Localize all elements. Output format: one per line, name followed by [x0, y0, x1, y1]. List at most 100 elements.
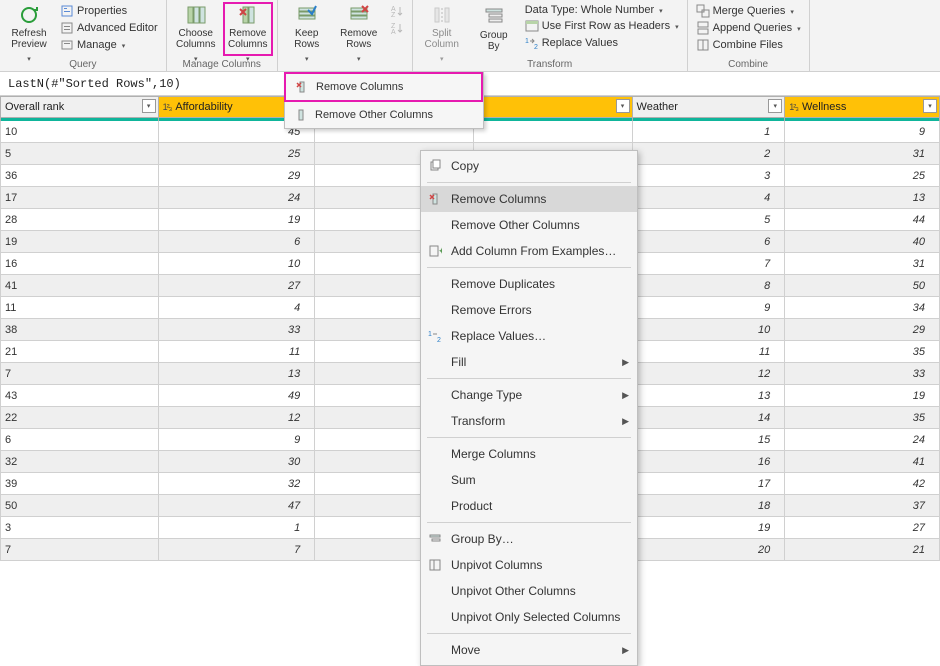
cell[interactable]: 32	[0, 451, 159, 473]
cell[interactable]: 5	[633, 209, 786, 231]
combine-files-button[interactable]: Combine Files	[694, 37, 803, 53]
cell[interactable]: 35	[785, 341, 940, 363]
cell[interactable]: 9	[785, 121, 940, 143]
ctx-remove-columns[interactable]: Remove Columns	[421, 186, 637, 212]
cell[interactable]: 32	[159, 473, 316, 495]
group-by-button[interactable]: GroupBy	[469, 2, 519, 56]
properties-button[interactable]: Properties	[58, 3, 160, 19]
append-queries-button[interactable]: Append Queries	[694, 20, 803, 36]
cell[interactable]: 40	[785, 231, 940, 253]
cell[interactable]: 27	[159, 275, 316, 297]
column-header[interactable]: 1²₃Wellness▾	[785, 96, 940, 118]
cell[interactable]: 1	[159, 517, 316, 539]
cell[interactable]: 20	[633, 539, 786, 561]
ctx-fill[interactable]: Fill▶	[421, 349, 637, 375]
cell[interactable]: 3	[0, 517, 159, 539]
cell[interactable]: 7	[159, 539, 316, 561]
cell[interactable]: 11	[0, 297, 159, 319]
cell[interactable]: 10	[0, 121, 159, 143]
cell[interactable]: 25	[159, 143, 316, 165]
ctx-transform[interactable]: Transform▶	[421, 408, 637, 434]
merge-queries-button[interactable]: Merge Queries	[694, 3, 803, 19]
cell[interactable]: 12	[633, 363, 786, 385]
cell[interactable]: 41	[0, 275, 159, 297]
cell[interactable]: 6	[159, 231, 316, 253]
cell[interactable]: 14	[633, 407, 786, 429]
ctx-unpivot-columns[interactable]: Unpivot Columns	[421, 552, 637, 578]
cell[interactable]: 4	[633, 187, 786, 209]
cell[interactable]: 13	[633, 385, 786, 407]
cell[interactable]: 22	[0, 407, 159, 429]
cell[interactable]	[474, 121, 633, 143]
cell[interactable]: 12	[159, 407, 316, 429]
cell[interactable]: 47	[159, 495, 316, 517]
cell[interactable]: 34	[785, 297, 940, 319]
cell[interactable]: 16	[0, 253, 159, 275]
first-row-headers-button[interactable]: Use First Row as Headers	[523, 18, 681, 34]
cell[interactable]: 39	[0, 473, 159, 495]
replace-values-button[interactable]: 12Replace Values	[523, 35, 681, 51]
cell[interactable]: 19	[0, 231, 159, 253]
cell[interactable]: 18	[633, 495, 786, 517]
cell[interactable]: 29	[159, 165, 316, 187]
cell[interactable]: 19	[785, 385, 940, 407]
cell[interactable]: 6	[633, 231, 786, 253]
cell[interactable]: 33	[159, 319, 316, 341]
cell[interactable]: 43	[0, 385, 159, 407]
refresh-preview-button[interactable]: RefreshPreview	[4, 2, 54, 56]
cell[interactable]: 25	[785, 165, 940, 187]
filter-dropdown-icon[interactable]: ▾	[142, 99, 156, 113]
cell[interactable]: 17	[0, 187, 159, 209]
ctx-remove-duplicates[interactable]: Remove Duplicates	[421, 271, 637, 297]
cell[interactable]: 37	[785, 495, 940, 517]
cell[interactable]: 1	[633, 121, 786, 143]
ctx-change-type[interactable]: Change Type▶	[421, 382, 637, 408]
cell[interactable]: 4	[159, 297, 316, 319]
cell[interactable]: 36	[0, 165, 159, 187]
cell[interactable]: 21	[0, 341, 159, 363]
cell[interactable]: 11	[159, 341, 316, 363]
choose-columns-button[interactable]: ChooseColumns	[171, 2, 221, 56]
split-column-button[interactable]: SplitColumn	[417, 2, 467, 56]
cell[interactable]: 29	[785, 319, 940, 341]
dropdown-item-remove-other-columns[interactable]: Remove Other Columns	[285, 102, 483, 128]
cell[interactable]: 10	[159, 253, 316, 275]
cell[interactable]: 6	[0, 429, 159, 451]
column-header[interactable]: ▾	[474, 96, 633, 118]
cell[interactable]: 24	[785, 429, 940, 451]
data-type-button[interactable]: Data Type: Whole Number	[523, 3, 681, 17]
cell[interactable]: 38	[0, 319, 159, 341]
advanced-editor-button[interactable]: Advanced Editor	[58, 20, 160, 36]
cell[interactable]: 41	[785, 451, 940, 473]
cell[interactable]: 42	[785, 473, 940, 495]
ctx-unpivot-other[interactable]: Unpivot Other Columns	[421, 578, 637, 604]
cell[interactable]: 11	[633, 341, 786, 363]
ctx-group-by[interactable]: Group By…	[421, 526, 637, 552]
cell[interactable]: 10	[633, 319, 786, 341]
ctx-move[interactable]: Move▶	[421, 637, 637, 663]
cell[interactable]: 35	[785, 407, 940, 429]
keep-rows-button[interactable]: KeepRows	[282, 2, 332, 56]
column-header[interactable]: Overall rank▾	[0, 96, 159, 118]
filter-dropdown-icon[interactable]: ▾	[923, 99, 937, 113]
cell[interactable]: 33	[785, 363, 940, 385]
ctx-remove-errors[interactable]: Remove Errors	[421, 297, 637, 323]
cell[interactable]: 21	[785, 539, 940, 561]
cell[interactable]: 27	[785, 517, 940, 539]
ctx-remove-other-columns[interactable]: Remove Other Columns	[421, 212, 637, 238]
cell[interactable]: 8	[633, 275, 786, 297]
cell[interactable]: 24	[159, 187, 316, 209]
sort-asc-button[interactable]: AZ	[388, 3, 406, 19]
filter-dropdown-icon[interactable]: ▾	[768, 99, 782, 113]
cell[interactable]: 7	[633, 253, 786, 275]
filter-dropdown-icon[interactable]: ▾	[616, 99, 630, 113]
cell[interactable]: 2	[633, 143, 786, 165]
cell[interactable]: 13	[159, 363, 316, 385]
remove-rows-button[interactable]: RemoveRows	[334, 2, 384, 56]
cell[interactable]: 31	[785, 253, 940, 275]
cell[interactable]: 3	[633, 165, 786, 187]
cell[interactable]: 31	[785, 143, 940, 165]
ctx-sum[interactable]: Sum	[421, 467, 637, 493]
column-header[interactable]: Weather▾	[633, 96, 786, 118]
cell[interactable]: 16	[633, 451, 786, 473]
